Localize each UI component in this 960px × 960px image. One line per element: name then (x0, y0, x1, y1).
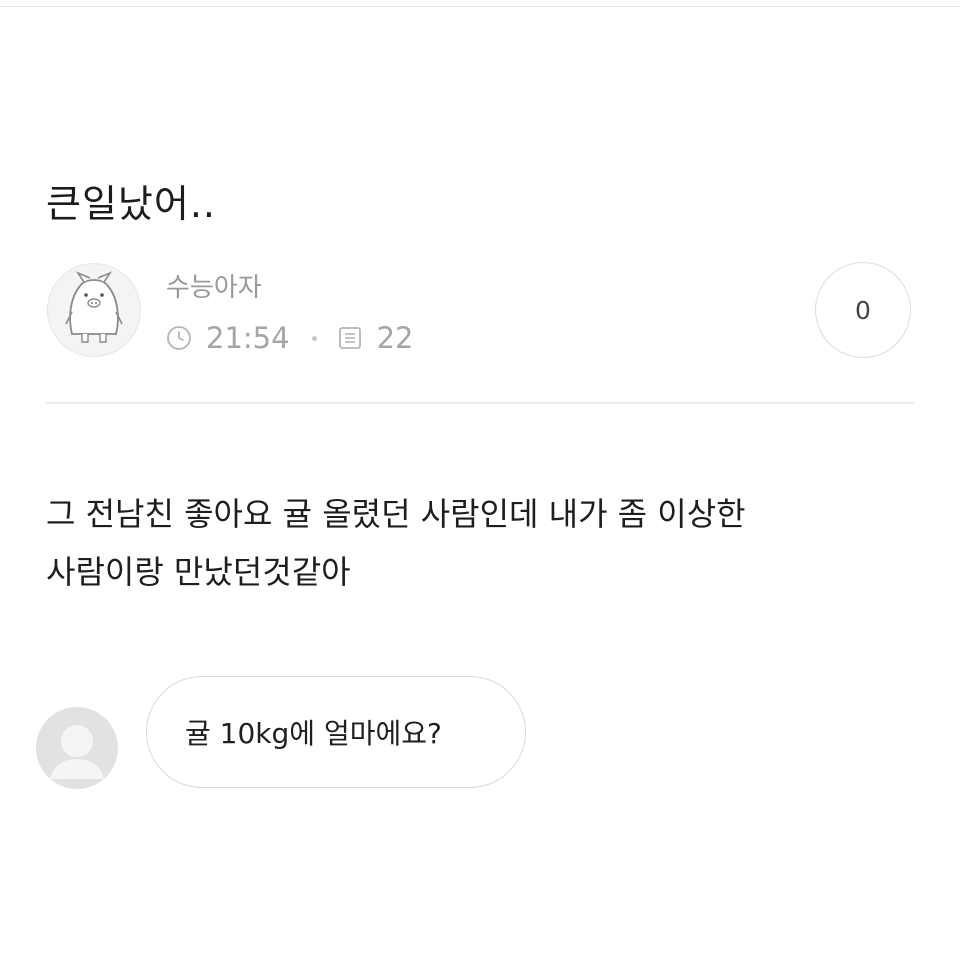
header-divider (46, 402, 914, 404)
post-body: 그 전남친 좋아요 귤 올렸던 사람인데 내가 좀 이상한 사람이랑 만났던것같… (46, 485, 926, 601)
commenter-avatar[interactable] (36, 707, 118, 789)
meta-separator (311, 335, 317, 341)
clock-icon (166, 325, 192, 351)
author-name[interactable]: 수능아자 (166, 270, 262, 306)
post-body-line: 사람이랑 만났던것같아 (46, 553, 351, 591)
author-avatar[interactable] (47, 263, 141, 357)
default-user-avatar-icon (50, 725, 104, 779)
top-border (0, 6, 960, 7)
comment-count-button[interactable]: 0 (815, 262, 911, 358)
post-title: 큰일났어.. (46, 182, 216, 226)
pig-character-avatar-icon (65, 271, 123, 343)
comment-bubble[interactable]: 귤 10kg에 얼마에요? (146, 676, 526, 788)
post-body-line: 그 전남친 좋아요 귤 올렸던 사람인데 내가 좀 이상한 (46, 495, 746, 533)
post-meta: 21:54 22 (166, 318, 413, 358)
view-count: 22 (376, 321, 414, 355)
document-icon (337, 325, 363, 351)
post-time: 21:54 (206, 321, 290, 355)
comment-text: 귤 10kg에 얼마에요? (185, 717, 442, 750)
